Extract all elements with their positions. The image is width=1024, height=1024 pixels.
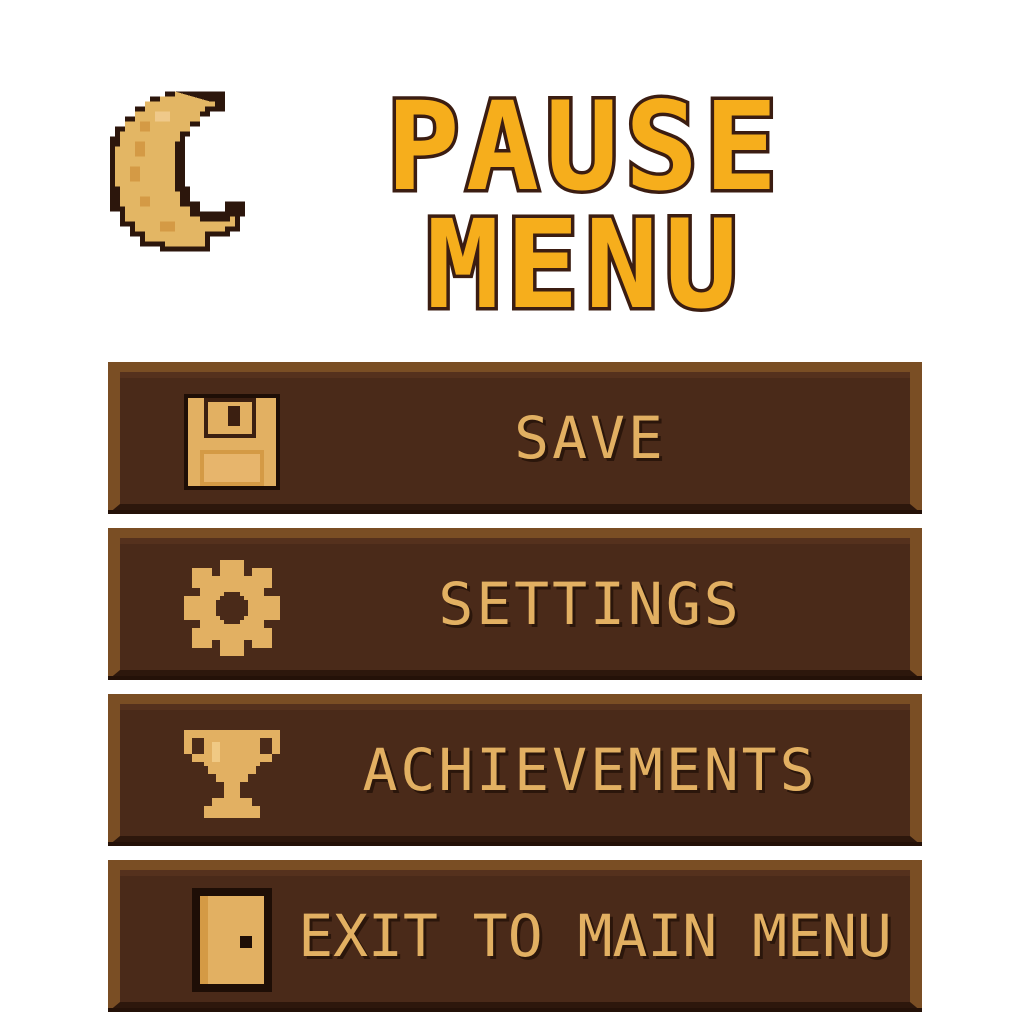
title-line-menu: MENU (423, 194, 744, 336)
save-button[interactable]: SAVE (108, 362, 922, 514)
floppy-disk-icon (184, 394, 280, 490)
page-title: PAUSE MENU (340, 76, 830, 336)
title-line-pause: PAUSE (383, 76, 784, 218)
crescent-moon-icon (110, 91, 245, 252)
gear-icon (184, 560, 280, 656)
exit-to-main-menu-label: EXIT TO MAIN MENU (298, 902, 892, 970)
achievements-label: ACHIEVEMENTS (362, 736, 818, 804)
settings-label: SETTINGS (438, 570, 742, 638)
door-icon (192, 888, 272, 992)
achievements-button[interactable]: ACHIEVEMENTS (108, 694, 922, 846)
exit-to-main-menu-button[interactable]: EXIT TO MAIN MENU (108, 860, 922, 1012)
pause-menu: SAVE SETTINGS ACHIEVEMENTS EXIT TO MAIN … (108, 362, 922, 1024)
settings-button[interactable]: SETTINGS (108, 528, 922, 680)
pause-screen: PAUSE MENU SAVE SETTINGS ACHIEVEMENTS EX… (0, 0, 1024, 1024)
save-label: SAVE (514, 404, 666, 472)
trophy-icon (184, 730, 280, 818)
